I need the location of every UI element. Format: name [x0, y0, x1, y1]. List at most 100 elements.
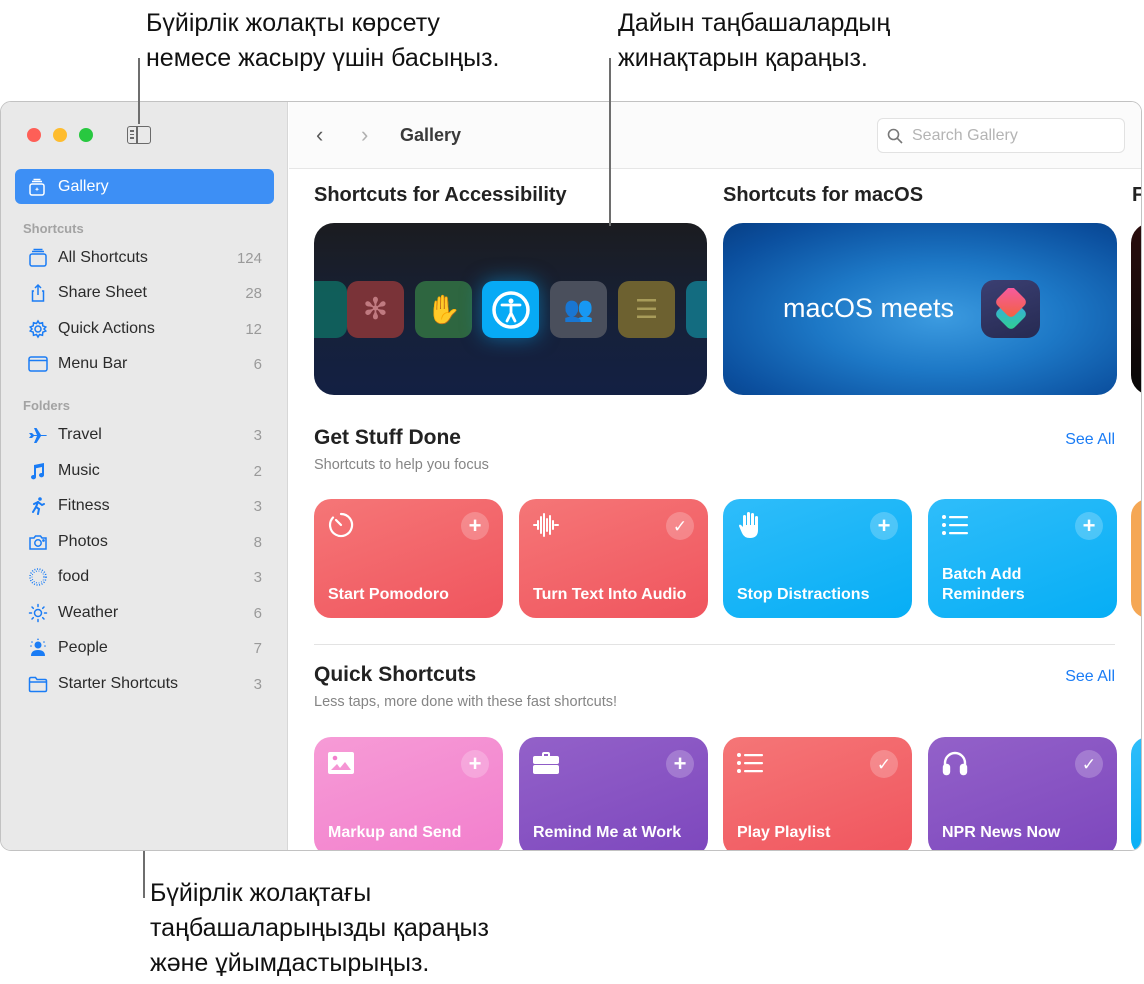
sidebar-item-photos[interactable]: Photos 8: [15, 527, 274, 557]
sidebar-item-all-shortcuts[interactable]: All Shortcuts 124: [15, 243, 274, 273]
shortcut-card[interactable]: ✓ Play Playlist: [723, 737, 912, 850]
airplane-icon: [27, 425, 49, 445]
sidebar-item-food[interactable]: food 3: [15, 562, 274, 592]
shortcut-card[interactable]: + Markup and Send: [314, 737, 503, 850]
card-title: Markup and Send: [328, 824, 462, 841]
zoom-window-button[interactable]: [79, 128, 93, 142]
sliders-icon: ☰: [618, 281, 675, 338]
item-count: 6: [253, 604, 262, 622]
search-field[interactable]: [877, 118, 1125, 153]
close-window-button[interactable]: [27, 128, 41, 142]
asterisk-icon: ✻: [347, 281, 404, 338]
callout-text-line: Дайын таңбашалардың: [618, 9, 891, 37]
sidebar-item-label: food: [58, 568, 90, 585]
music-note-icon: [27, 461, 49, 481]
briefcase-icon: [532, 749, 560, 777]
forward-button[interactable]: ›: [361, 124, 379, 146]
added-checkmark-button[interactable]: ✓: [1075, 750, 1103, 778]
tile-icon: [314, 281, 347, 338]
sidebar-toggle-button[interactable]: [127, 126, 151, 144]
add-shortcut-button[interactable]: +: [666, 750, 694, 778]
gear-icon: [27, 319, 49, 339]
item-count: 3: [253, 568, 262, 586]
next-collection-banner[interactable]: [1131, 223, 1141, 395]
shortcut-card[interactable]: + Remind Me at Work: [519, 737, 708, 850]
added-checkmark-button[interactable]: ✓: [666, 512, 694, 540]
sidebar-item-label: People: [58, 639, 108, 656]
added-checkmark-button[interactable]: ✓: [870, 750, 898, 778]
running-figure-icon: [27, 496, 49, 516]
accessibility-icon: [482, 281, 539, 338]
card-title: Stop Distractions: [737, 586, 870, 603]
callout-sidebar-toggle: Бүйірлік жолақты көрсету немесе жасыру ү…: [146, 6, 499, 76]
card-title: Turn Text Into Audio: [533, 586, 687, 603]
sidebar-item-fitness[interactable]: Fitness 3: [15, 491, 274, 521]
timer-icon: [327, 511, 355, 539]
callout-gallery-collections: Дайын таңбашалардың жинақтарын қараңыз.: [618, 6, 890, 76]
page-title: Gallery: [400, 125, 462, 145]
section-title: Get Stuff Done: [314, 426, 461, 449]
sidebar-item-label: Fitness: [58, 497, 110, 514]
card-title: Play Playlist: [737, 824, 831, 841]
section-subtitle: Less taps, more done with these fast sho…: [314, 694, 618, 710]
add-shortcut-button[interactable]: +: [461, 750, 489, 778]
item-count: 28: [245, 284, 262, 302]
shortcut-card-partial[interactable]: [1131, 737, 1141, 850]
waveform-icon: [532, 511, 560, 539]
callout-text-line: таңбашаларыңызды қараңыз: [150, 914, 489, 942]
see-all-link[interactable]: See All: [1065, 668, 1115, 686]
share-icon: [27, 283, 49, 303]
sidebar-item-share-sheet[interactable]: Share Sheet 28: [15, 278, 274, 308]
see-all-link[interactable]: See All: [1065, 431, 1115, 449]
card-title: NPR News Now: [942, 824, 1061, 841]
collection-title: F: [1132, 184, 1141, 207]
sidebar-item-label: Travel: [58, 426, 102, 443]
headphones-icon: [941, 749, 969, 777]
sidebar-item-quick-actions[interactable]: Quick Actions 12: [15, 314, 274, 344]
sidebar-item-menu-bar[interactable]: Menu Bar 6: [15, 349, 274, 379]
sidebar-item-weather[interactable]: Weather 6: [15, 598, 274, 628]
minimize-window-button[interactable]: [53, 128, 67, 142]
accessibility-collection-banner[interactable]: ✻ ✋ 👥 ☰: [314, 223, 707, 395]
back-button[interactable]: ‹: [316, 124, 334, 146]
add-shortcut-button[interactable]: +: [870, 512, 898, 540]
sidebar-item-label: Gallery: [58, 177, 109, 195]
list-icon: [941, 511, 969, 539]
add-shortcut-button[interactable]: +: [461, 512, 489, 540]
shortcut-card[interactable]: + Batch Add Reminders: [928, 499, 1117, 618]
photo-icon: [327, 749, 355, 777]
sidebar-item-label: Quick Actions: [58, 320, 155, 337]
collection-title: Shortcuts for macOS: [723, 184, 924, 206]
sidebar-item-travel[interactable]: Travel 3: [15, 420, 274, 450]
callout-text-line: Бүйірлік жолақты көрсету: [146, 9, 440, 37]
window-controls: [27, 128, 93, 142]
card-title: Remind Me at Work: [533, 824, 682, 841]
macos-collection-banner[interactable]: macOS meets: [723, 223, 1117, 395]
list-icon: [736, 749, 764, 777]
shortcut-card[interactable]: + Start Pomodoro: [314, 499, 503, 618]
sidebar-item-label: Share Sheet: [58, 284, 147, 301]
folder-icon: [27, 674, 49, 694]
callout-leader-line: [138, 58, 140, 124]
gallery-main: ‹ › Gallery Shortcuts for Accessibility …: [289, 102, 1141, 850]
search-input[interactable]: [912, 126, 1102, 145]
add-shortcut-button[interactable]: +: [1075, 512, 1103, 540]
sidebar-item-gallery[interactable]: Gallery: [15, 169, 274, 204]
sidebar-item-starter-shortcuts[interactable]: Starter Shortcuts 3: [15, 669, 274, 699]
callout-leader-line: [609, 58, 611, 226]
shortcut-card[interactable]: ✓ Turn Text Into Audio: [519, 499, 708, 618]
stack-icon: [27, 248, 49, 268]
item-count: 6: [253, 355, 262, 373]
shortcut-card-partial[interactable]: [1131, 499, 1141, 618]
shortcut-card[interactable]: + Stop Distractions: [723, 499, 912, 618]
callout-text-line: және ұйымдастырыңыз.: [150, 949, 430, 977]
sidebar: Gallery Shortcuts All Shortcuts 124 Shar…: [1, 102, 288, 850]
sidebar-item-people[interactable]: People 7: [15, 633, 274, 663]
card-title: Start Pomodoro: [328, 586, 449, 603]
item-count: 8: [253, 533, 262, 551]
sidebar-item-music[interactable]: Music 2: [15, 456, 274, 486]
sidebar-section-shortcuts: Shortcuts: [23, 221, 84, 236]
shortcut-card[interactable]: ✓ NPR News Now: [928, 737, 1117, 850]
callout-leader-line: [143, 851, 145, 898]
dotted-circle-icon: [27, 567, 49, 587]
